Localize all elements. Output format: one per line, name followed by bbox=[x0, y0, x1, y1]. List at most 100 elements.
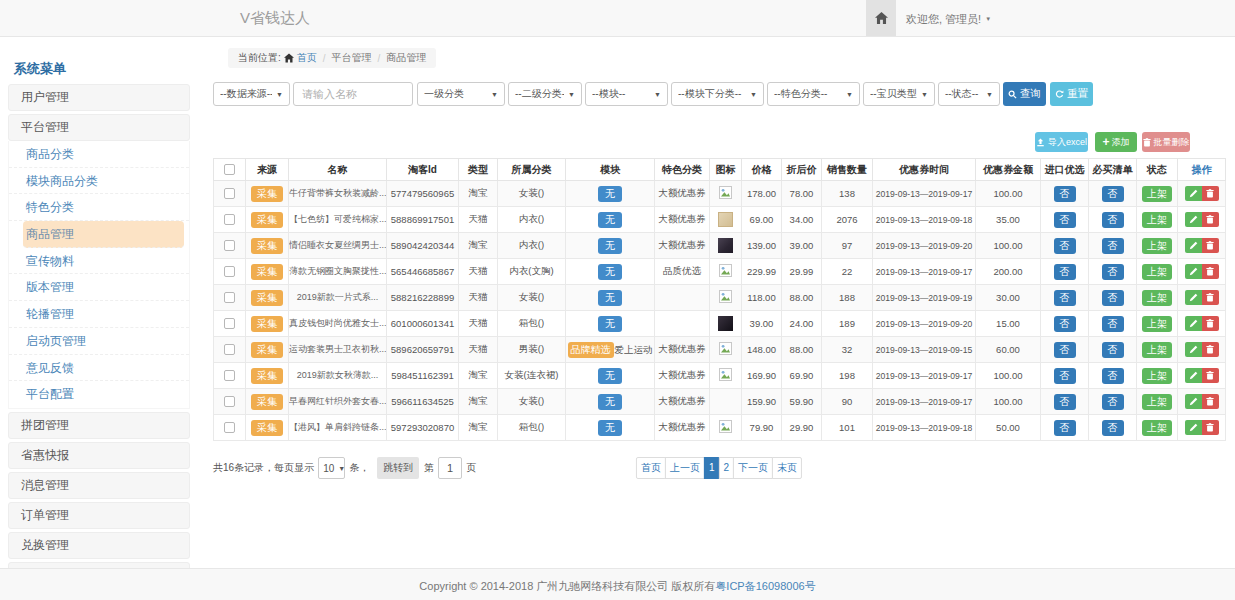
row-checkbox[interactable] bbox=[224, 292, 235, 303]
level1-category-select[interactable]: 一级分类▼ bbox=[417, 82, 505, 106]
edit-button[interactable] bbox=[1185, 394, 1202, 409]
mustbuy-no-badge[interactable]: 否 bbox=[1102, 290, 1124, 306]
sidebar-item[interactable]: 启动页管理 bbox=[9, 328, 189, 355]
delete-button[interactable] bbox=[1202, 420, 1219, 435]
edit-button[interactable] bbox=[1185, 212, 1202, 227]
delete-button[interactable] bbox=[1202, 342, 1219, 357]
sidebar-group-header[interactable]: 省惠快报 bbox=[8, 442, 190, 469]
status-badge[interactable]: 上架 bbox=[1142, 420, 1172, 436]
sidebar-group-header[interactable]: 平台管理 bbox=[8, 114, 190, 141]
sidebar-item[interactable]: 特色分类 bbox=[9, 194, 189, 221]
import-no-badge[interactable]: 否 bbox=[1054, 368, 1076, 384]
edit-button[interactable] bbox=[1185, 290, 1202, 305]
item-type-select[interactable]: --宝贝类型--▼ bbox=[863, 82, 935, 106]
mustbuy-no-badge[interactable]: 否 bbox=[1102, 186, 1124, 202]
feature-category-select[interactable]: --特色分类--▼ bbox=[767, 82, 860, 106]
row-checkbox[interactable] bbox=[224, 240, 235, 251]
edit-button[interactable] bbox=[1185, 186, 1202, 201]
row-checkbox[interactable] bbox=[224, 396, 235, 407]
page-button[interactable]: 首页 bbox=[636, 457, 666, 479]
row-checkbox[interactable] bbox=[224, 214, 235, 225]
import-no-badge[interactable]: 否 bbox=[1054, 420, 1076, 436]
row-checkbox[interactable] bbox=[224, 344, 235, 355]
import-no-badge[interactable]: 否 bbox=[1054, 316, 1076, 332]
mustbuy-no-badge[interactable]: 否 bbox=[1102, 316, 1124, 332]
import-no-badge[interactable]: 否 bbox=[1054, 186, 1076, 202]
import-no-badge[interactable]: 否 bbox=[1054, 394, 1076, 410]
row-checkbox[interactable] bbox=[224, 266, 235, 277]
add-button[interactable]: + 添加 bbox=[1095, 132, 1137, 152]
sidebar-group-header[interactable]: 消息管理 bbox=[8, 472, 190, 499]
icp-link[interactable]: 粤ICP备16098006号 bbox=[715, 580, 815, 592]
status-badge[interactable]: 上架 bbox=[1142, 342, 1172, 358]
mustbuy-no-badge[interactable]: 否 bbox=[1102, 342, 1124, 358]
sidebar-item[interactable]: 商品管理 bbox=[23, 221, 184, 248]
status-badge[interactable]: 上架 bbox=[1142, 368, 1172, 384]
import-no-badge[interactable]: 否 bbox=[1054, 238, 1076, 254]
reset-button[interactable]: 重置 bbox=[1050, 82, 1093, 106]
sidebar-group-header[interactable]: 订单管理 bbox=[8, 502, 190, 529]
delete-button[interactable] bbox=[1202, 264, 1219, 279]
sidebar-item[interactable]: 模块商品分类 bbox=[9, 168, 189, 195]
row-checkbox[interactable] bbox=[224, 422, 235, 433]
row-checkbox[interactable] bbox=[224, 370, 235, 381]
home-button[interactable] bbox=[866, 0, 896, 36]
page-button[interactable]: 末页 bbox=[772, 457, 802, 479]
name-search-input[interactable] bbox=[293, 82, 413, 106]
edit-button[interactable] bbox=[1185, 420, 1202, 435]
mustbuy-no-badge[interactable]: 否 bbox=[1102, 212, 1124, 228]
data-source-select[interactable]: --数据来源--▼ bbox=[213, 82, 290, 106]
mustbuy-no-badge[interactable]: 否 bbox=[1102, 394, 1124, 410]
edit-button[interactable] bbox=[1185, 264, 1202, 279]
query-button[interactable]: 查询 bbox=[1003, 82, 1046, 106]
delete-button[interactable] bbox=[1202, 238, 1219, 253]
import-no-badge[interactable]: 否 bbox=[1054, 290, 1076, 306]
sidebar-item[interactable]: 版本管理 bbox=[9, 274, 189, 301]
mustbuy-no-badge[interactable]: 否 bbox=[1102, 264, 1124, 280]
page-button[interactable]: 2 bbox=[719, 457, 735, 479]
edit-button[interactable] bbox=[1185, 368, 1202, 383]
import-no-badge[interactable]: 否 bbox=[1054, 264, 1076, 280]
row-checkbox[interactable] bbox=[224, 188, 235, 199]
delete-button[interactable] bbox=[1202, 212, 1219, 227]
delete-button[interactable] bbox=[1202, 394, 1219, 409]
mustbuy-no-badge[interactable]: 否 bbox=[1102, 238, 1124, 254]
jump-button[interactable]: 跳转到 bbox=[377, 457, 419, 479]
module-select[interactable]: --模块--▼ bbox=[585, 82, 668, 106]
edit-button[interactable] bbox=[1185, 342, 1202, 357]
edit-button[interactable] bbox=[1185, 238, 1202, 253]
sidebar-group-header[interactable]: 拼团管理 bbox=[8, 412, 190, 439]
sidebar-item[interactable]: 轮播管理 bbox=[9, 301, 189, 328]
page-button[interactable]: 下一页 bbox=[733, 457, 773, 479]
delete-button[interactable] bbox=[1202, 368, 1219, 383]
module-subcategory-select[interactable]: --模块下分类--▼ bbox=[671, 82, 764, 106]
select-all-checkbox[interactable] bbox=[224, 164, 235, 175]
status-badge[interactable]: 上架 bbox=[1142, 186, 1172, 202]
status-badge[interactable]: 上架 bbox=[1142, 394, 1172, 410]
status-select[interactable]: --状态--▼ bbox=[938, 82, 1000, 106]
delete-button[interactable] bbox=[1202, 186, 1219, 201]
level2-category-select[interactable]: --二级分类--▼ bbox=[508, 82, 582, 106]
sidebar-item[interactable]: 商品分类 bbox=[9, 141, 189, 168]
delete-button[interactable] bbox=[1202, 290, 1219, 305]
status-badge[interactable]: 上架 bbox=[1142, 264, 1172, 280]
status-badge[interactable]: 上架 bbox=[1142, 290, 1172, 306]
status-badge[interactable]: 上架 bbox=[1142, 316, 1172, 332]
page-number-input[interactable] bbox=[438, 457, 462, 479]
sidebar-item[interactable]: 意见反馈 bbox=[9, 355, 189, 382]
mustbuy-no-badge[interactable]: 否 bbox=[1102, 420, 1124, 436]
import-no-badge[interactable]: 否 bbox=[1054, 342, 1076, 358]
row-checkbox[interactable] bbox=[224, 318, 235, 329]
mustbuy-no-badge[interactable]: 否 bbox=[1102, 368, 1124, 384]
batch-delete-button[interactable]: 批量删除 bbox=[1142, 132, 1190, 152]
breadcrumb-home-link[interactable]: 首页 bbox=[297, 51, 317, 65]
page-button[interactable]: 上一页 bbox=[665, 457, 705, 479]
sidebar-group-header[interactable]: 兑换管理 bbox=[8, 532, 190, 559]
sidebar-item[interactable]: 平台配置 bbox=[9, 381, 189, 408]
import-no-badge[interactable]: 否 bbox=[1054, 212, 1076, 228]
page-button[interactable]: 1 bbox=[704, 457, 720, 479]
status-badge[interactable]: 上架 bbox=[1142, 212, 1172, 228]
sidebar-item[interactable]: 宣传物料 bbox=[9, 248, 189, 275]
edit-button[interactable] bbox=[1185, 316, 1202, 331]
delete-button[interactable] bbox=[1202, 316, 1219, 331]
